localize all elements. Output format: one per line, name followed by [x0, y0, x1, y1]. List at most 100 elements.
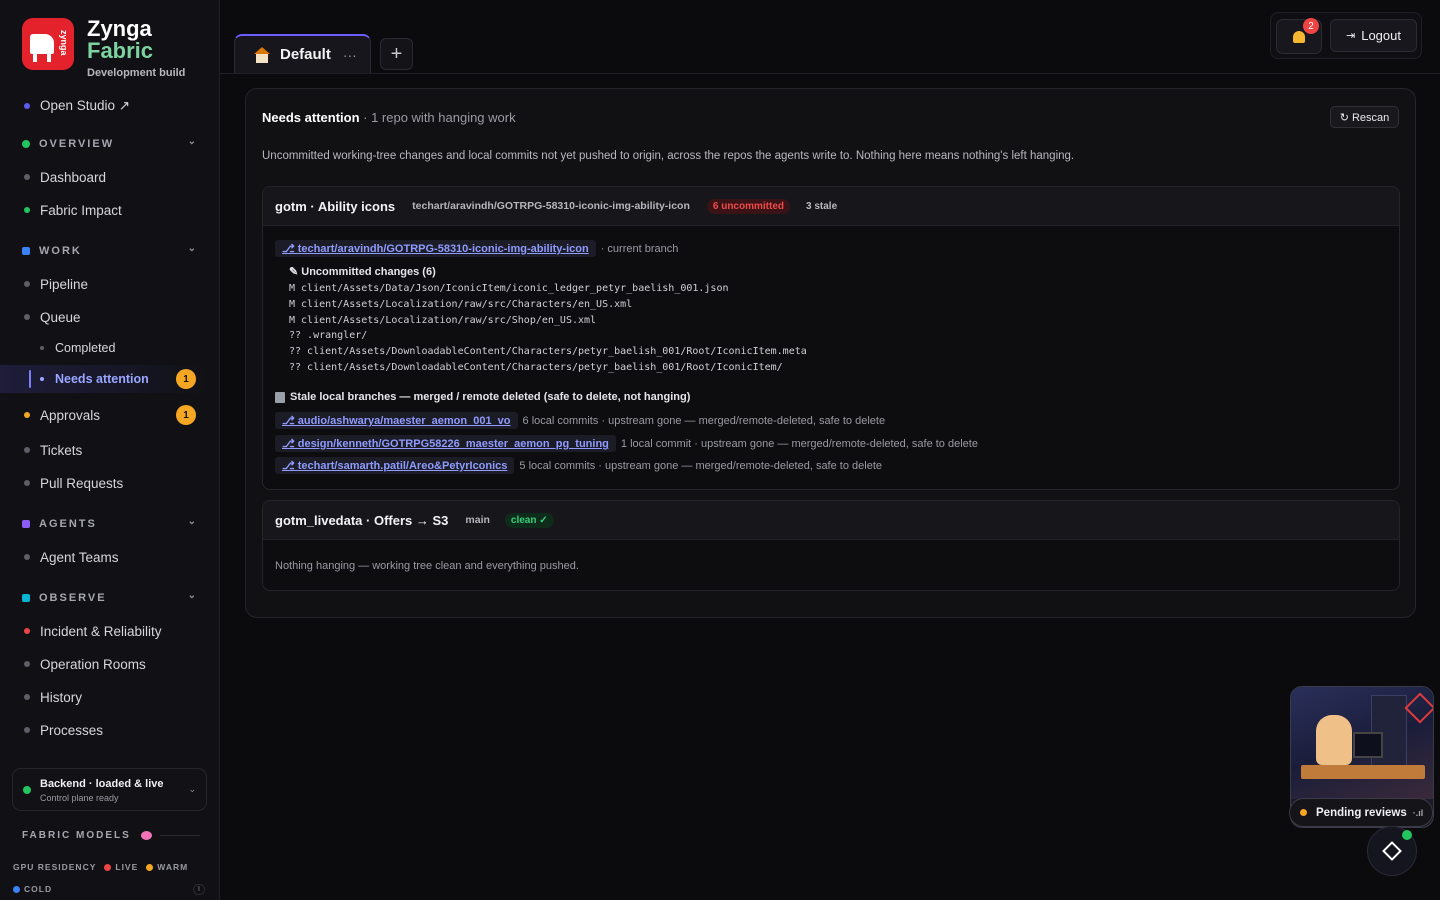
dot-icon: [24, 480, 30, 486]
sidebar-item-label: Needs attention: [55, 372, 149, 386]
branch-note: 1 local commit · upstream gone — merged/…: [620, 437, 978, 450]
count-badge: 1: [176, 369, 196, 389]
more-icon[interactable]: ···: [343, 47, 357, 63]
sidebar-item-operation-rooms[interactable]: Operation Rooms: [0, 650, 219, 678]
sidebar-item-label: Processes: [40, 722, 104, 738]
star-badge-icon: [1404, 692, 1433, 724]
dot-icon: [24, 447, 30, 453]
dot-icon: [24, 727, 30, 733]
section-overview[interactable]: OVERVIEW ⌄: [0, 132, 219, 156]
dot-icon: [24, 174, 30, 180]
topbar: Default ··· + 2 ⇥ Logout: [220, 0, 1440, 74]
sidebar-item-label: Approvals: [40, 407, 101, 423]
gpu-warm: WARM: [157, 862, 189, 872]
stale-title: Stale local branches — merged / remote d…: [290, 391, 691, 403]
stale-branch-row: ⎇ techart/samarth.patil/Areo&PetyrIconic…: [275, 457, 882, 474]
bell-icon: [1293, 30, 1305, 43]
brand[interactable]: zynga Zynga Fabric Development build: [22, 18, 185, 79]
title-text: Needs attention: [262, 110, 360, 125]
warm-dot-icon: [146, 863, 154, 871]
sidebar-item-label: Open Studio ↗: [40, 98, 131, 113]
dot-icon: [24, 661, 30, 667]
zynga-dog-icon: [30, 34, 54, 62]
sidebar-item-fabric-impact[interactable]: Fabric Impact: [0, 196, 219, 224]
notifications-button[interactable]: 2: [1276, 18, 1322, 54]
gpu-cold: COLD: [13, 884, 52, 894]
brain-icon: [140, 831, 152, 840]
zynga-logo: zynga: [22, 18, 74, 70]
sidebar-item-processes[interactable]: Processes: [0, 716, 219, 744]
gpu-cold-label: COLD: [24, 884, 53, 894]
file-row: ?? client/Assets/DownloadableContent/Cha…: [289, 346, 807, 357]
sidebar-item-completed[interactable]: Completed: [0, 334, 219, 362]
logout-button[interactable]: ⇥ Logout: [1330, 19, 1417, 52]
section-observe[interactable]: OBSERVE ⌄: [0, 586, 219, 610]
file-row: ?? client/Assets/DownloadableContent/Cha…: [289, 362, 783, 373]
sidebar-item-pipeline[interactable]: Pipeline: [0, 270, 219, 298]
sidebar-item-needs-attention[interactable]: Needs attention 1: [0, 365, 206, 393]
branch-link[interactable]: ⎇ techart/aravindh/GOTRPG-58310-iconic-i…: [275, 240, 596, 257]
chevron-down-icon: ⌄: [187, 243, 196, 254]
status-badge: clean ✓: [504, 512, 554, 528]
sidebar-item-agent-teams[interactable]: Agent Teams: [0, 543, 219, 571]
gpu-residency: GPU RESIDENCY LIVE WARM: [13, 862, 188, 872]
sidebar-item-tickets[interactable]: Tickets: [0, 436, 219, 464]
sidebar-item-pull-requests[interactable]: Pull Requests: [0, 469, 219, 497]
dot-icon: [24, 412, 30, 418]
section-label: AGENTS: [39, 518, 97, 530]
status-dot-icon: [23, 786, 31, 794]
sidebar-item-label: History: [40, 689, 83, 705]
sidebar-item-label: Dashboard: [40, 169, 107, 185]
dot-icon: [24, 554, 30, 560]
sidebar-item-open-studio[interactable]: Open Studio ↗: [0, 92, 219, 120]
count-badge: 1: [176, 405, 196, 425]
add-tab-button[interactable]: +: [380, 38, 413, 70]
divider: [159, 835, 200, 836]
title-suffix: · 1 repo with hanging work: [359, 110, 516, 125]
section-agents[interactable]: AGENTS ⌄: [0, 512, 219, 536]
sidebar-item-incident-reliability[interactable]: Incident & Reliability: [0, 617, 219, 645]
page-title: Needs attention · 1 repo with hanging wo…: [262, 110, 516, 125]
branch-link[interactable]: ⎇ design/kenneth/GOTRPG58226_maester_aem…: [275, 435, 616, 452]
stale-branch-row: ⎇ design/kenneth/GOTRPG58226_maester_aem…: [275, 435, 978, 452]
diamond-icon: [1382, 841, 1402, 861]
logout-label: Logout: [1361, 28, 1401, 43]
branch-note: 5 local commits · upstream gone — merged…: [519, 459, 882, 472]
sidebar-item-approvals[interactable]: Approvals 1: [0, 401, 219, 429]
brand-line1: Zynga: [87, 16, 152, 41]
sidebar-item-label: Queue: [40, 309, 81, 325]
section-icon: [22, 140, 30, 148]
uncommitted-title: ✎ Uncommitted changes (6): [289, 266, 436, 278]
dot-icon: [24, 207, 30, 213]
current-branch-row: ⎇ techart/aravindh/GOTRPG-58310-iconic-i…: [275, 240, 678, 257]
tab-default[interactable]: Default ···: [234, 34, 371, 73]
sidebar-item-label: Completed: [55, 341, 116, 355]
online-dot-icon: [1402, 830, 1412, 840]
rescan-button[interactable]: ↻ Rescan: [1330, 106, 1399, 128]
backend-title: Backend · loaded & live: [40, 778, 164, 790]
section-work[interactable]: WORK ⌄: [0, 239, 219, 263]
needs-attention-card: Needs attention · 1 repo with hanging wo…: [245, 88, 1416, 618]
file-row: M client/Assets/Data/Json/IconicItem/ico…: [289, 283, 729, 294]
assistant-fab-button[interactable]: [1367, 826, 1417, 876]
logo-text: zynga: [59, 30, 69, 56]
sidebar-item-queue[interactable]: Queue: [0, 303, 219, 331]
section-label: WORK: [39, 245, 82, 257]
branch-link[interactable]: ⎇ audio/ashwarya/maester_aemon_001_vo: [275, 412, 518, 429]
sidebar-item-dashboard[interactable]: Dashboard: [0, 163, 219, 191]
notification-count: 2: [1303, 18, 1319, 34]
pending-reviews-pill[interactable]: Pending reviews ·.ıl: [1289, 798, 1433, 827]
cold-dot-icon: [13, 885, 20, 893]
sidebar-item-history[interactable]: History: [0, 683, 219, 711]
logout-icon: ⇥: [1346, 30, 1356, 42]
backend-status[interactable]: Backend · loaded & live Control plane re…: [12, 768, 207, 811]
dot-icon: [40, 377, 44, 381]
chevron-down-icon: ⌄: [187, 590, 196, 601]
uncommitted-badge: 6 uncommitted: [706, 198, 790, 214]
pending-label: Pending reviews: [1316, 806, 1407, 819]
sidebar-item-label: Fabric Impact: [40, 202, 122, 218]
sidebar-item-label: Tickets: [40, 442, 83, 458]
section-icon: [22, 520, 30, 528]
chevron-down-icon: ⌄: [187, 136, 196, 147]
branch-link[interactable]: ⎇ techart/samarth.patil/Areo&PetyrIconic…: [275, 457, 515, 474]
